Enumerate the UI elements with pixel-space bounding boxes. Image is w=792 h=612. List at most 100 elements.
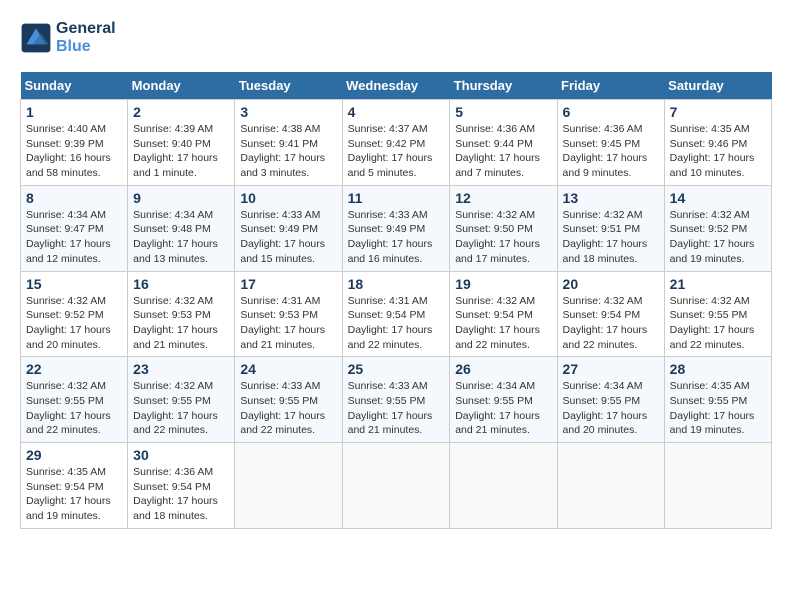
calendar-cell: 10Sunrise: 4:33 AM Sunset: 9:49 PM Dayli… <box>235 185 342 271</box>
day-info: Sunrise: 4:32 AM Sunset: 9:51 PM Dayligh… <box>563 208 659 267</box>
day-number: 7 <box>670 104 766 120</box>
calendar-cell: 3 Sunrise: 4:38 AM Sunset: 9:41 PM Daylig… <box>235 100 342 186</box>
day-number: 1 <box>26 104 122 120</box>
day-number: 19 <box>455 276 551 292</box>
calendar-cell: 2 Sunrise: 4:39 AM Sunset: 9:40 PM Daylig… <box>128 100 235 186</box>
day-info: Sunrise: 4:36 AM Sunset: 9:54 PM Dayligh… <box>133 465 229 524</box>
calendar-cell: 8 Sunrise: 4:34 AM Sunset: 9:47 PM Daylig… <box>21 185 128 271</box>
calendar-cell: 17Sunrise: 4:31 AM Sunset: 9:53 PM Dayli… <box>235 271 342 357</box>
day-info: Sunrise: 4:32 AM Sunset: 9:54 PM Dayligh… <box>455 294 551 353</box>
day-info: Sunrise: 4:35 AM Sunset: 9:46 PM Dayligh… <box>670 122 766 181</box>
calendar-cell: 14 Sunrise: 4:32 AM Sunset: 9:52 PM Dayli… <box>664 185 771 271</box>
calendar-cell: 7 Sunrise: 4:35 AM Sunset: 9:46 PM Daylig… <box>664 100 771 186</box>
weekday-header: Saturday <box>664 72 771 100</box>
calendar-cell <box>342 443 450 529</box>
day-info: Sunrise: 4:36 AM Sunset: 9:45 PM Dayligh… <box>563 122 659 181</box>
day-number: 26 <box>455 361 551 377</box>
day-info: Sunrise: 4:32 AM Sunset: 9:55 PM Dayligh… <box>670 294 766 353</box>
calendar-cell: 28 Sunrise: 4:35 AM Sunset: 9:55 PM Dayli… <box>664 357 771 443</box>
day-info: Sunrise: 4:34 AM Sunset: 9:48 PM Dayligh… <box>133 208 229 267</box>
day-info: Sunrise: 4:33 AM Sunset: 9:55 PM Dayligh… <box>348 379 445 438</box>
calendar-cell: 13 Sunrise: 4:32 AM Sunset: 9:51 PM Dayli… <box>557 185 664 271</box>
day-info: Sunrise: 4:35 AM Sunset: 9:55 PM Dayligh… <box>670 379 766 438</box>
day-info: Sunrise: 4:40 AM Sunset: 9:39 PM Dayligh… <box>26 122 122 181</box>
day-number: 21 <box>670 276 766 292</box>
calendar-cell: 1 Sunrise: 4:40 AM Sunset: 9:39 PM Daylig… <box>21 100 128 186</box>
calendar-week-row: 15 Sunrise: 4:32 AM Sunset: 9:52 PM Dayli… <box>21 271 772 357</box>
calendar-cell: 23 Sunrise: 4:32 AM Sunset: 9:55 PM Dayli… <box>128 357 235 443</box>
day-number: 20 <box>563 276 659 292</box>
day-number: 15 <box>26 276 122 292</box>
day-number: 30 <box>133 447 229 463</box>
logo: General Blue <box>20 20 116 56</box>
calendar-week-row: 22 Sunrise: 4:32 AM Sunset: 9:55 PM Dayli… <box>21 357 772 443</box>
weekday-header: Tuesday <box>235 72 342 100</box>
day-info: Sunrise: 4:32 AM Sunset: 9:55 PM Dayligh… <box>133 379 229 438</box>
day-info: Sunrise: 4:38 AM Sunset: 9:41 PM Dayligh… <box>240 122 336 181</box>
day-number: 3 <box>240 104 336 120</box>
calendar-week-row: 29Sunrise: 4:35 AM Sunset: 9:54 PM Dayli… <box>21 443 772 529</box>
calendar-cell: 22 Sunrise: 4:32 AM Sunset: 9:55 PM Dayli… <box>21 357 128 443</box>
day-number: 16 <box>133 276 229 292</box>
calendar-week-row: 1 Sunrise: 4:40 AM Sunset: 9:39 PM Daylig… <box>21 100 772 186</box>
day-number: 27 <box>563 361 659 377</box>
calendar-cell: 4Sunrise: 4:37 AM Sunset: 9:42 PM Daylig… <box>342 100 450 186</box>
day-number: 29 <box>26 447 122 463</box>
logo-text: General Blue <box>56 20 116 56</box>
day-info: Sunrise: 4:31 AM Sunset: 9:54 PM Dayligh… <box>348 294 445 353</box>
calendar-cell: 19 Sunrise: 4:32 AM Sunset: 9:54 PM Dayli… <box>450 271 557 357</box>
day-info: Sunrise: 4:33 AM Sunset: 9:49 PM Dayligh… <box>240 208 336 267</box>
calendar-cell <box>450 443 557 529</box>
logo-icon <box>20 22 52 54</box>
calendar-table: SundayMondayTuesdayWednesdayThursdayFrid… <box>20 72 772 529</box>
calendar-cell: 16 Sunrise: 4:32 AM Sunset: 9:53 PM Dayli… <box>128 271 235 357</box>
calendar-cell: 15 Sunrise: 4:32 AM Sunset: 9:52 PM Dayli… <box>21 271 128 357</box>
calendar-week-row: 8 Sunrise: 4:34 AM Sunset: 9:47 PM Daylig… <box>21 185 772 271</box>
day-number: 2 <box>133 104 229 120</box>
day-number: 24 <box>240 361 336 377</box>
day-info: Sunrise: 4:33 AM Sunset: 9:55 PM Dayligh… <box>240 379 336 438</box>
day-info: Sunrise: 4:32 AM Sunset: 9:55 PM Dayligh… <box>26 379 122 438</box>
day-number: 8 <box>26 190 122 206</box>
day-info: Sunrise: 4:36 AM Sunset: 9:44 PM Dayligh… <box>455 122 551 181</box>
weekday-header: Wednesday <box>342 72 450 100</box>
calendar-cell: 12Sunrise: 4:32 AM Sunset: 9:50 PM Dayli… <box>450 185 557 271</box>
calendar-cell: 5 Sunrise: 4:36 AM Sunset: 9:44 PM Daylig… <box>450 100 557 186</box>
day-number: 18 <box>348 276 445 292</box>
day-info: Sunrise: 4:32 AM Sunset: 9:52 PM Dayligh… <box>26 294 122 353</box>
calendar-cell: 6 Sunrise: 4:36 AM Sunset: 9:45 PM Daylig… <box>557 100 664 186</box>
day-number: 13 <box>563 190 659 206</box>
day-number: 14 <box>670 190 766 206</box>
weekday-header: Sunday <box>21 72 128 100</box>
day-number: 23 <box>133 361 229 377</box>
day-number: 5 <box>455 104 551 120</box>
day-number: 4 <box>348 104 445 120</box>
day-number: 11 <box>348 190 445 206</box>
calendar-cell: 11 Sunrise: 4:33 AM Sunset: 9:49 PM Dayli… <box>342 185 450 271</box>
weekday-header: Friday <box>557 72 664 100</box>
day-number: 6 <box>563 104 659 120</box>
day-info: Sunrise: 4:34 AM Sunset: 9:55 PM Dayligh… <box>563 379 659 438</box>
day-info: Sunrise: 4:32 AM Sunset: 9:53 PM Dayligh… <box>133 294 229 353</box>
calendar-header-row: SundayMondayTuesdayWednesdayThursdayFrid… <box>21 72 772 100</box>
day-number: 22 <box>26 361 122 377</box>
day-info: Sunrise: 4:32 AM Sunset: 9:52 PM Dayligh… <box>670 208 766 267</box>
day-number: 9 <box>133 190 229 206</box>
day-info: Sunrise: 4:34 AM Sunset: 9:55 PM Dayligh… <box>455 379 551 438</box>
calendar-cell: 24 Sunrise: 4:33 AM Sunset: 9:55 PM Dayli… <box>235 357 342 443</box>
day-info: Sunrise: 4:34 AM Sunset: 9:47 PM Dayligh… <box>26 208 122 267</box>
calendar-cell: 20 Sunrise: 4:32 AM Sunset: 9:54 PM Dayli… <box>557 271 664 357</box>
day-info: Sunrise: 4:32 AM Sunset: 9:54 PM Dayligh… <box>563 294 659 353</box>
day-info: Sunrise: 4:33 AM Sunset: 9:49 PM Dayligh… <box>348 208 445 267</box>
calendar-cell <box>557 443 664 529</box>
calendar-cell <box>235 443 342 529</box>
calendar-cell: 29Sunrise: 4:35 AM Sunset: 9:54 PM Dayli… <box>21 443 128 529</box>
calendar-body: 1 Sunrise: 4:40 AM Sunset: 9:39 PM Daylig… <box>21 100 772 529</box>
calendar-cell: 25Sunrise: 4:33 AM Sunset: 9:55 PM Dayli… <box>342 357 450 443</box>
calendar-cell: 9 Sunrise: 4:34 AM Sunset: 9:48 PM Daylig… <box>128 185 235 271</box>
day-number: 28 <box>670 361 766 377</box>
calendar-cell: 27 Sunrise: 4:34 AM Sunset: 9:55 PM Dayli… <box>557 357 664 443</box>
weekday-header: Thursday <box>450 72 557 100</box>
calendar-cell: 26 Sunrise: 4:34 AM Sunset: 9:55 PM Dayli… <box>450 357 557 443</box>
day-info: Sunrise: 4:39 AM Sunset: 9:40 PM Dayligh… <box>133 122 229 181</box>
